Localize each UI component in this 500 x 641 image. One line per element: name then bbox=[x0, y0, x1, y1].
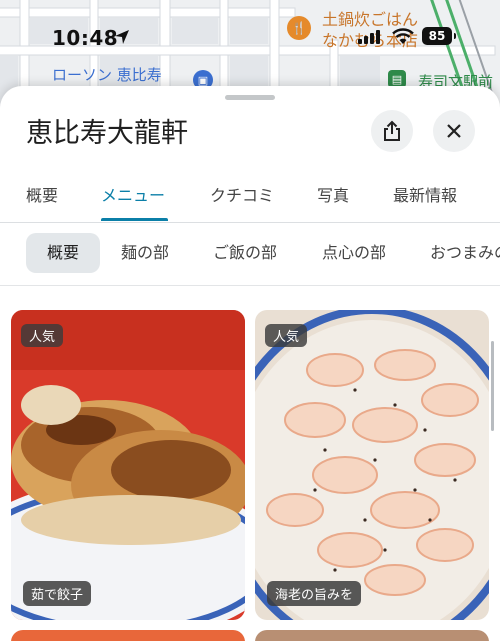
active-tab-indicator bbox=[101, 218, 168, 221]
location-arrow-icon bbox=[115, 30, 129, 44]
chip-dimsum[interactable]: 点心の部 bbox=[322, 233, 386, 273]
menu-item-card[interactable]: 人気 茹で餃子 bbox=[11, 310, 245, 620]
tab-bar: 概要 メニュー クチコミ 写真 最新情報 bbox=[0, 170, 500, 223]
tab-reviews[interactable]: クチコミ bbox=[210, 182, 274, 206]
tab-updates[interactable]: 最新情報 bbox=[393, 182, 457, 206]
popular-badge: 人気 bbox=[21, 324, 64, 347]
chip-noodles[interactable]: 麺の部 bbox=[121, 233, 169, 273]
close-button[interactable] bbox=[433, 110, 475, 152]
menu-item-card[interactable]: 人気 海老の旨みを bbox=[255, 310, 489, 620]
wifi-icon bbox=[392, 28, 414, 44]
dumpling-photo bbox=[11, 310, 245, 620]
place-sheet: 恵比寿大龍軒 概要 メニュー クチコミ 写真 最新情報 概要 麺の部 ご飯の部 … bbox=[0, 86, 500, 641]
section-divider bbox=[0, 285, 500, 286]
menu-item-name: 茹で餃子 bbox=[23, 581, 92, 606]
shrimp-photo bbox=[255, 310, 489, 620]
menu-item-card-peek[interactable] bbox=[255, 630, 489, 641]
chip-rice[interactable]: ご飯の部 bbox=[213, 233, 277, 273]
scrollbar[interactable] bbox=[491, 341, 494, 431]
restaurant-pin-icon[interactable]: 🍴 bbox=[287, 16, 311, 40]
place-title: 恵比寿大龍軒 bbox=[26, 118, 188, 149]
share-icon bbox=[384, 120, 400, 141]
chip-snacks[interactable]: おつまみの bbox=[430, 233, 500, 273]
sheet-drag-handle[interactable] bbox=[225, 95, 275, 100]
menu-category-chips: 概要 麺の部 ご飯の部 点心の部 おつまみの bbox=[0, 233, 500, 273]
tab-overview[interactable]: 概要 bbox=[26, 182, 58, 206]
map-label-lawson[interactable]: ローソン 恵比寿 bbox=[52, 64, 162, 85]
menu-item-name: 海老の旨みを bbox=[267, 581, 362, 606]
battery-icon: 85 bbox=[422, 27, 456, 45]
close-icon bbox=[447, 124, 461, 138]
signal-icon bbox=[358, 30, 380, 44]
tab-menu[interactable]: メニュー bbox=[101, 182, 165, 206]
status-time: 10:48 bbox=[52, 26, 119, 50]
chip-overview[interactable]: 概要 bbox=[26, 233, 100, 273]
menu-item-card-peek[interactable] bbox=[11, 630, 245, 641]
tab-photos[interactable]: 写真 bbox=[317, 182, 349, 206]
map-label-shop[interactable]: 土鍋炊ごはん bbox=[322, 10, 492, 30]
share-button[interactable] bbox=[371, 110, 413, 152]
popular-badge: 人気 bbox=[265, 324, 308, 347]
